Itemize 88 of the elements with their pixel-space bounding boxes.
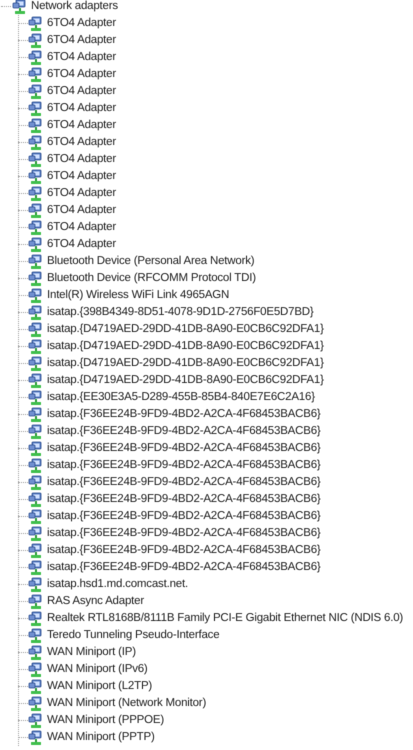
tree-item-label[interactable]: WAN Miniport (Network Monitor) — [47, 698, 206, 710]
tree-item-label[interactable]: isatap.{F36EE24B-9FD9-4BD2-A2CA-4F68453BACB6} — [47, 460, 321, 472]
tree-item-label[interactable]: isatap.{F36EE24B-9FD9-4BD2-A2CA-4F68453BACB6} — [47, 510, 321, 522]
network-adapter-icon — [28, 32, 44, 48]
network-adapter-icon — [28, 678, 44, 694]
network-adapter-icon — [28, 576, 44, 592]
network-adapter-icon — [28, 168, 44, 184]
tree-item-label[interactable]: isatap.{F36EE24B-9FD9-4BD2-A2CA-4F68453BACB6} — [47, 528, 321, 540]
tree-item-label[interactable]: Teredo Tunneling Pseudo-Interface — [47, 630, 220, 642]
tree-item-label[interactable]: Bluetooth Device (Personal Area Network) — [47, 256, 254, 268]
network-adapter-icon — [28, 492, 44, 508]
tree-item-label[interactable]: 6TO4 Adapter — [47, 102, 116, 114]
tree-item-label[interactable]: isatap.{398B4349-8D51-4078-9D1D-2756F0E5D7BD} — [47, 306, 314, 318]
network-adapter-icon — [28, 100, 44, 116]
network-adapter-icon — [28, 594, 44, 610]
network-adapter-icon — [28, 730, 44, 746]
network-adapter-icon — [28, 508, 44, 524]
tree-item-label[interactable]: 6TO4 Adapter — [47, 68, 116, 80]
tree-item-label[interactable]: 6TO4 Adapter — [47, 170, 116, 182]
network-adapter-icon — [28, 628, 44, 644]
tree-item-label[interactable]: isatap.{F36EE24B-9FD9-4BD2-A2CA-4F68453BACB6} — [47, 476, 321, 488]
network-adapter-icon — [28, 322, 44, 338]
tree-item-label[interactable]: isatap.{F36EE24B-9FD9-4BD2-A2CA-4F68453BACB6} — [47, 408, 321, 420]
network-adapter-icon — [28, 118, 44, 134]
tree-item-label[interactable]: 6TO4 Adapter — [47, 136, 116, 148]
tree-item-label[interactable]: Realtek RTL8168B/8111B Family PCI-E Gigabit Ethernet NIC (NDIS 6.0) — [47, 612, 404, 624]
tree-item-label[interactable]: isatap.hsd1.md.comcast.net. — [47, 578, 188, 590]
network-adapter-icon — [28, 66, 44, 82]
tree-item-label[interactable]: WAN Miniport (L2TP) — [47, 680, 152, 692]
network-adapter-icon — [28, 338, 44, 354]
tree-item-label[interactable]: isatap.{F36EE24B-9FD9-4BD2-A2CA-4F68453BACB6} — [47, 442, 321, 454]
network-adapter-icon — [28, 288, 44, 304]
tree-item-label[interactable]: isatap.{D4719AED-29DD-41DB-8A90-E0CB6C92DFA1} — [47, 358, 324, 370]
tree-item-label[interactable]: 6TO4 Adapter — [47, 204, 116, 216]
network-adapter-icon — [28, 390, 44, 406]
network-adapter-icon — [28, 542, 44, 558]
tree-item-label[interactable]: WAN Miniport (IPv6) — [47, 664, 148, 676]
tree-item-label[interactable]: 6TO4 Adapter — [47, 52, 116, 64]
network-adapter-icon — [28, 152, 44, 168]
tree-item-label[interactable]: isatap.{D4719AED-29DD-41DB-8A90-E0CB6C92DFA1} — [47, 374, 324, 386]
tree-item-label[interactable]: isatap.{D4719AED-29DD-41DB-8A90-E0CB6C92DFA1} — [47, 324, 324, 336]
network-adapter-icon — [28, 372, 44, 388]
network-adapter-icon — [28, 610, 44, 626]
network-adapter-icon — [28, 356, 44, 372]
network-adapter-icon — [28, 440, 44, 456]
tree-item-label[interactable]: WAN Miniport (IP) — [47, 646, 136, 658]
network-adapter-icon — [28, 424, 44, 440]
tree-item-label[interactable]: Bluetooth Device (RFCOMM Protocol TDI) — [47, 272, 256, 284]
network-adapter-icon — [28, 304, 44, 320]
network-adapter-icon — [28, 220, 44, 236]
tree-item-label[interactable]: WAN Miniport (PPPOE) — [47, 714, 164, 726]
network-adapter-icon — [28, 50, 44, 66]
network-adapter-icon — [28, 662, 44, 678]
network-adapter-icon — [28, 270, 44, 286]
tree-item-label[interactable]: 6TO4 Adapter — [47, 86, 116, 98]
network-adapter-icon — [28, 236, 44, 252]
network-adapter-icon — [28, 474, 44, 490]
tree-item-label[interactable]: isatap.{EE30E3A5-D289-455B-85B4-840E7E6C2A16} — [47, 392, 315, 404]
network-adapter-icon — [12, 0, 28, 14]
tree-item-label[interactable]: 6TO4 Adapter — [47, 188, 116, 200]
tree-item-label[interactable]: 6TO4 Adapter — [47, 34, 116, 46]
tree-category-label[interactable]: Network adapters — [31, 0, 118, 12]
tree-item-label[interactable]: isatap.{F36EE24B-9FD9-4BD2-A2CA-4F68453BACB6} — [47, 562, 321, 574]
tree-item-label[interactable]: 6TO4 Adapter — [47, 120, 116, 132]
network-adapter-icon — [28, 458, 44, 474]
tree-item-label[interactable]: WAN Miniport (PPTP) — [47, 732, 155, 744]
tree-item-label[interactable]: isatap.{D4719AED-29DD-41DB-8A90-E0CB6C92DFA1} — [47, 340, 324, 352]
tree-item-label[interactable]: isatap.{F36EE24B-9FD9-4BD2-A2CA-4F68453BACB6} — [47, 494, 321, 506]
tree-item-label[interactable]: 6TO4 Adapter — [47, 154, 116, 166]
network-adapter-icon — [28, 526, 44, 542]
network-adapter-icon — [28, 644, 44, 660]
network-adapter-icon — [28, 186, 44, 202]
tree-item-label[interactable]: isatap.{F36EE24B-9FD9-4BD2-A2CA-4F68453BACB6} — [47, 544, 321, 556]
tree-item-label[interactable]: 6TO4 Adapter — [47, 238, 116, 250]
network-adapter-icon — [28, 406, 44, 422]
tree-item-label[interactable]: Intel(R) Wireless WiFi Link 4965AGN — [47, 290, 230, 302]
network-adapter-icon — [28, 202, 44, 218]
tree-item-label[interactable]: 6TO4 Adapter — [47, 18, 116, 30]
network-adapter-icon — [28, 560, 44, 576]
network-adapter-icon — [28, 696, 44, 712]
network-adapter-icon — [28, 712, 44, 728]
network-adapter-icon — [28, 134, 44, 150]
tree-item-label[interactable]: RAS Async Adapter — [47, 596, 144, 608]
network-adapter-icon — [28, 84, 44, 100]
network-adapter-icon — [28, 254, 44, 270]
tree-item-label[interactable]: 6TO4 Adapter — [47, 222, 116, 234]
network-adapter-icon — [28, 16, 44, 32]
tree-item-label[interactable]: isatap.{F36EE24B-9FD9-4BD2-A2CA-4F68453BACB6} — [47, 426, 321, 438]
